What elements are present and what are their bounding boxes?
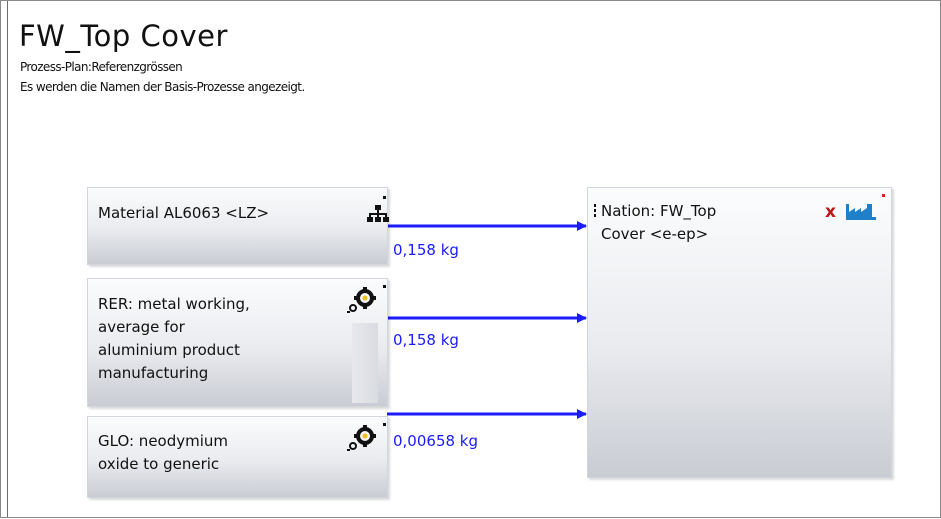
process-label: GLO: neodymium oxide to generic [98,430,228,476]
flow-label-1[interactable]: 0,158 kg [393,241,459,259]
process-box-metal-working[interactable]: RER: metal working, average for aluminiu… [87,278,388,407]
gear-icon [347,425,376,451]
process-box-material[interactable]: Material AL6063 <LZ> [87,187,389,265]
drag-handle[interactable] [594,204,596,218]
corner-marker [383,285,386,288]
corner-marker [383,423,386,426]
status-dot [882,194,885,197]
process-label: Material AL6063 <LZ> [98,202,269,225]
diagram-canvas: FW_Top Cover Prozess-Plan:Referenzgrösse… [0,0,941,518]
target-box-nation[interactable]: Nation: FW_Top Cover <e-ep> x [587,187,892,478]
process-label-line: RER: metal working, [98,295,250,313]
target-label-line: Cover <e-ep> [601,225,709,243]
process-label-line: aluminium product [98,341,240,359]
process-label-line: oxide to generic [98,455,220,473]
process-label-line: Material AL6063 <LZ> [98,204,270,222]
process-label-line: GLO: neodymium [98,432,229,450]
gear-icon [347,287,376,313]
factory-icon [846,204,876,220]
corner-marker [383,196,386,199]
process-label: RER: metal working, average for aluminiu… [98,293,250,385]
target-label-line: Nation: FW_Top [601,202,717,220]
flow-label-3[interactable]: 0,00658 kg [393,432,478,450]
red-x-icon: x [825,202,836,222]
process-box-neodymium[interactable]: GLO: neodymium oxide to generic [87,416,388,498]
target-label: Nation: FW_Top Cover <e-ep> [601,200,716,246]
process-label-line: manufacturing [98,364,209,382]
process-label-line: average for [98,318,185,336]
box-scrollbar[interactable] [352,323,378,403]
flow-label-2[interactable]: 0,158 kg [393,331,459,349]
hierarchy-icon [367,205,389,222]
